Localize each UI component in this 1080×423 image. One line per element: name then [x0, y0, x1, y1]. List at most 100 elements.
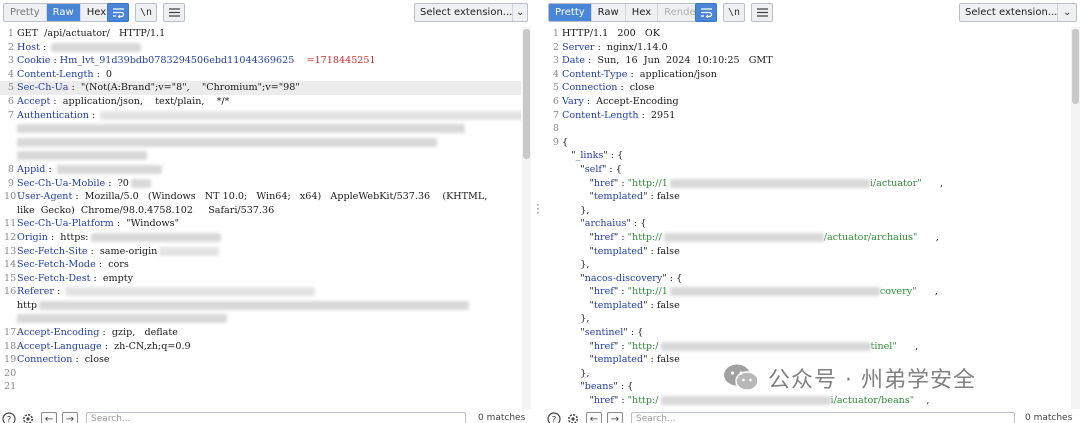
line-text: : empty — [90, 272, 134, 284]
editor-line: 4 Content-Length : 0 — [0, 68, 521, 82]
redacted-region — [100, 110, 521, 120]
line-content: Content-Type : application/json — [562, 68, 1070, 82]
editor-line: }, — [545, 258, 1070, 272]
help-icon[interactable]: ? — [1, 412, 17, 423]
line-number: 9 — [7, 177, 14, 189]
line-text: " : { — [603, 150, 624, 162]
wrap-lines-button[interactable] — [107, 3, 129, 22]
wrap-lines-button[interactable] — [695, 3, 717, 22]
field-key: Connection — [562, 82, 618, 94]
line-number: 20 — [4, 367, 17, 379]
svg-text:?: ? — [552, 416, 557, 423]
field-key: Connection — [17, 354, 73, 366]
line-content: Origin : https: — [17, 231, 521, 245]
scrollbar-thumb[interactable] — [1072, 29, 1079, 104]
json-string: "http:/ — [627, 340, 659, 352]
line-text: " : false — [643, 354, 680, 366]
line-text: " — [562, 245, 594, 257]
field-key: href — [593, 340, 614, 352]
line-content: Connection : close — [562, 81, 1070, 95]
forward-arrow-button[interactable]: → — [607, 412, 623, 423]
select-extension-label: Select extension... — [965, 7, 1058, 18]
request-editor[interactable]: 1 GET /api/actuator/ HTTP/1.1 2 Host : 3 Coo… — [0, 27, 521, 409]
scrollbar-thumb[interactable] — [523, 29, 530, 159]
line-content — [17, 312, 521, 326]
line-text: }, — [562, 259, 590, 271]
line-text: " : — [613, 395, 628, 407]
line-text: : Mozilla/5.0 (Windows NT 10.0; Win64; x… — [72, 191, 488, 203]
editor-line: "href" : "http://1 i/actuator" , — [545, 177, 1070, 191]
line-text: " : — [613, 231, 628, 243]
line-number: 8 — [552, 123, 559, 135]
settings-icon[interactable] — [20, 412, 36, 423]
line-text: : https: — [47, 231, 89, 243]
line-text: " : { — [623, 327, 644, 339]
field-key: beans — [584, 381, 614, 393]
tab-raw[interactable]: Raw — [46, 4, 81, 21]
editor-line: "templated" : false — [545, 245, 1070, 259]
line-content: Sec-Ch-Ua : "(Not(A:Brand";v="8", "Chrom… — [17, 81, 521, 95]
tab-pretty[interactable]: Pretty — [549, 4, 592, 21]
response-scrollbar[interactable] — [1071, 27, 1080, 409]
editor-line: 3 Date : Sun, 16 Jun 2024 10:10:25 GMT — [545, 54, 1070, 68]
line-number: 12 — [4, 231, 17, 243]
line-text: : close — [72, 354, 110, 366]
line-text: , — [914, 395, 930, 407]
select-extension-dropdown[interactable]: Select extension... ⌄ — [959, 3, 1077, 22]
redacted-region — [669, 178, 870, 188]
pane-splitter[interactable]: · · · — [531, 0, 545, 423]
search-input[interactable]: Search... — [86, 412, 466, 423]
field-key: href — [593, 231, 614, 243]
request-scrollbar[interactable] — [522, 27, 531, 409]
line-number: 17 — [4, 327, 17, 339]
options-menu-button[interactable] — [163, 3, 185, 22]
help-icon[interactable]: ? — [546, 412, 562, 423]
field-key: Origin — [17, 231, 48, 243]
line-content: Referer : — [17, 285, 521, 299]
newline-icon: \n — [139, 7, 153, 18]
line-content: Sec-Fetch-Dest : empty — [17, 272, 521, 286]
line-number: 8 — [7, 163, 14, 175]
field-key: nacos-discovery — [584, 272, 663, 284]
settings-icon[interactable] — [565, 412, 581, 423]
line-text: : "(Not(A:Brand";v="8", "Chromium";v="98… — [68, 82, 300, 94]
field-key: Accept — [17, 95, 51, 107]
line-text: : "Windows" — [113, 218, 179, 230]
line-text: " — [562, 327, 585, 339]
show-newlines-button[interactable]: \n — [135, 3, 157, 22]
line-content: "self" : { — [562, 163, 1070, 177]
line-text: " — [562, 218, 585, 230]
line-text: : same-origin — [87, 245, 158, 257]
line-number: 16 — [4, 286, 17, 298]
back-arrow-button[interactable]: ← — [41, 412, 57, 423]
back-arrow-button[interactable]: ← — [586, 412, 602, 423]
line-text: " — [562, 395, 594, 407]
tab-hex[interactable]: Hex — [625, 4, 659, 21]
tab-raw[interactable]: Raw — [591, 4, 626, 21]
watermark-text: 公众号 · 州弟学安全 — [768, 368, 976, 393]
line-content: http — [17, 299, 521, 313]
select-extension-dropdown[interactable]: Select extension... ⌄ — [414, 3, 528, 22]
line-content: Sec-Ch-Ua-Mobile : ?0 — [17, 177, 521, 191]
editor-line: 6 Accept : application/json, text/plain, … — [0, 95, 521, 109]
line-text: : — [39, 41, 50, 53]
line-number: 13 — [4, 245, 17, 257]
response-editor[interactable]: 1 HTTP/1.1 200 OK 2 Server : nginx/1.14.0 3 D… — [545, 27, 1070, 409]
options-menu-button[interactable] — [751, 3, 773, 22]
search-input[interactable]: Search... — [631, 412, 1015, 423]
response-pane: Pretty Raw Hex Render \n Select extensio… — [545, 0, 1080, 423]
show-newlines-button[interactable]: \n — [723, 3, 745, 22]
line-content: "href" : "http://1 covery" , — [562, 285, 1070, 299]
field-key: Hm_lvt_91d39bdb0783294506ebd11044369625 — [59, 55, 295, 67]
editor-line: 7 Authentication : — [0, 109, 521, 123]
line-number: 6 — [552, 95, 559, 107]
field-key: Sec-Fetch-Site — [17, 245, 88, 257]
line-number: 1 — [7, 28, 14, 39]
redacted-region — [90, 232, 221, 242]
field-key: Appid — [17, 163, 46, 175]
field-key: templated — [593, 191, 644, 203]
tab-pretty[interactable]: Pretty — [4, 4, 47, 21]
editor-line: 9{ — [545, 136, 1070, 150]
forward-arrow-button[interactable]: → — [62, 412, 78, 423]
line-text: " — [562, 354, 594, 366]
